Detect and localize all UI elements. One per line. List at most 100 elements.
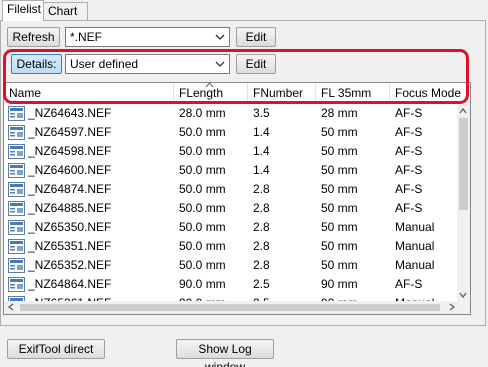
file-name-text: _NZ64885.NEF [28, 201, 112, 215]
vertical-scrollbar[interactable] [457, 104, 470, 302]
nef-file-icon [8, 277, 25, 292]
cell-name: _NZ65351.NEF [4, 237, 174, 256]
cell-name: _NZ64885.NEF [4, 199, 174, 218]
cell-fl35mm: 28 mm [321, 106, 358, 120]
scroll-down-icon[interactable] [459, 291, 467, 299]
table-row[interactable]: _NZ64864.NEF 90.0 mm 2.5 90 mm AF-S [4, 275, 459, 294]
column-header-flength[interactable]: FLength [174, 83, 248, 103]
cell-fnumber: 2.8 [253, 239, 270, 253]
cell-fnumber: 2.8 [253, 201, 270, 215]
cell-fl35mm: 50 mm [321, 163, 358, 177]
table-row[interactable]: _NZ64885.NEF 50.0 mm 2.8 50 mm AF-S [4, 199, 459, 218]
column-header-row: Name FLength FNumber FL 35mm Focus Mode [4, 83, 470, 103]
horizontal-scroll-thumb[interactable] [20, 304, 440, 311]
nef-file-icon [8, 220, 25, 235]
exiftool-direct-button[interactable]: ExifTool direct [7, 339, 105, 359]
cell-fnumber: 1.4 [253, 144, 270, 158]
cell-fl35mm: 50 mm [321, 125, 358, 139]
cell-flength: 50.0 mm [179, 220, 226, 234]
chevron-down-icon[interactable] [215, 59, 225, 69]
nef-file-icon [8, 182, 25, 197]
table-row[interactable]: _NZ65352.NEF 50.0 mm 2.8 50 mm Manual [4, 256, 459, 275]
cell-fnumber: 3.5 [253, 106, 270, 120]
cell-name: _NZ64600.NEF [4, 161, 174, 180]
details-mode-value: User defined [70, 57, 139, 71]
details-mode-select[interactable]: User defined [65, 54, 230, 74]
details-button[interactable]: Details: [11, 54, 62, 74]
tab-strip: Filelist Chart [0, 0, 488, 21]
tab-chart[interactable]: Chart [43, 2, 88, 20]
file-filter-value: *.NEF [70, 30, 103, 44]
cell-name: _NZ64874.NEF [4, 180, 174, 199]
cell-flength: 90.0 mm [179, 277, 226, 291]
details-edit-button[interactable]: Edit [236, 54, 276, 74]
column-header-focus-mode[interactable]: Focus Mode [390, 83, 470, 103]
nef-file-icon [8, 125, 25, 140]
cell-flength: 28.0 mm [179, 106, 226, 120]
horizontal-scrollbar[interactable] [4, 301, 459, 314]
table-row[interactable]: _NZ65350.NEF 50.0 mm 2.8 50 mm Manual [4, 218, 459, 237]
cell-flength: 50.0 mm [179, 125, 226, 139]
cell-fl35mm: 50 mm [321, 220, 358, 234]
nef-file-icon [8, 144, 25, 159]
cell-fnumber: 2.8 [253, 220, 270, 234]
cell-fl35mm: 50 mm [321, 258, 358, 272]
cell-flength: 50.0 mm [179, 239, 226, 253]
table-row[interactable]: _NZ64597.NEF 50.0 mm 1.4 50 mm AF-S [4, 123, 459, 142]
column-header-name[interactable]: Name [4, 83, 174, 103]
file-name-text: _NZ64597.NEF [28, 125, 112, 139]
table-row[interactable]: _NZ64598.NEF 50.0 mm 1.4 50 mm AF-S [4, 142, 459, 161]
filter-edit-button[interactable]: Edit [236, 27, 276, 47]
cell-flength: 50.0 mm [179, 144, 226, 158]
file-name-text: _NZ64600.NEF [28, 163, 112, 177]
cell-fnumber: 2.8 [253, 258, 270, 272]
table-row[interactable]: _NZ64600.NEF 50.0 mm 1.4 50 mm AF-S [4, 161, 459, 180]
nef-file-icon [8, 258, 25, 273]
file-filter-combo[interactable]: *.NEF [65, 27, 230, 47]
cell-fnumber: 1.4 [253, 163, 270, 177]
table-row[interactable]: _NZ64874.NEF 50.0 mm 2.8 50 mm AF-S [4, 180, 459, 199]
scroll-up-icon[interactable] [459, 107, 467, 115]
cell-fnumber: 2.8 [253, 182, 270, 196]
file-name-text: _NZ64643.NEF [28, 106, 112, 120]
cell-flength: 50.0 mm [179, 163, 226, 177]
cell-name: _NZ65352.NEF [4, 256, 174, 275]
cell-flength: 50.0 mm [179, 182, 226, 196]
show-log-window-button[interactable]: Show Log window [176, 339, 274, 367]
refresh-button[interactable]: Refresh [7, 27, 60, 47]
table-row[interactable]: _NZ65351.NEF 50.0 mm 2.8 50 mm Manual [4, 237, 459, 256]
scroll-right-icon[interactable] [448, 303, 456, 311]
cell-fl35mm: 50 mm [321, 144, 358, 158]
cell-fl35mm: 50 mm [321, 182, 358, 196]
scrollbar-corner [457, 301, 470, 314]
vertical-scroll-thumb[interactable] [459, 118, 468, 210]
column-header-fnumber[interactable]: FNumber [248, 83, 316, 103]
file-name-text: _NZ64874.NEF [28, 182, 112, 196]
nef-file-icon [8, 239, 25, 254]
file-name-text: _NZ65352.NEF [28, 258, 112, 272]
scroll-left-icon[interactable] [7, 303, 15, 311]
file-name-text: _NZ65350.NEF [28, 220, 112, 234]
nef-file-icon [8, 163, 25, 178]
cell-flength: 50.0 mm [179, 258, 226, 272]
table-row[interactable]: _NZ64643.NEF 28.0 mm 3.5 28 mm AF-S [4, 104, 459, 123]
file-name-text: _NZ64598.NEF [28, 144, 112, 158]
file-list-view[interactable]: Name FLength FNumber FL 35mm Focus Mode … [3, 82, 471, 315]
column-header-fl35mm[interactable]: FL 35mm [316, 83, 390, 103]
nef-file-icon [8, 106, 25, 121]
column-header-flength-label: FLength [179, 86, 224, 100]
tab-filelist[interactable]: Filelist [2, 0, 44, 21]
cell-name: _NZ64643.NEF [4, 104, 174, 123]
cell-name: _NZ64864.NEF [4, 275, 174, 294]
cell-fl35mm: 90 mm [321, 277, 358, 291]
cell-flength: 50.0 mm [179, 201, 226, 215]
cell-fnumber: 1.4 [253, 125, 270, 139]
file-name-text: _NZ64864.NEF [28, 277, 112, 291]
cell-name: _NZ64597.NEF [4, 123, 174, 142]
cell-fnumber: 2.5 [253, 277, 270, 291]
chevron-down-icon[interactable] [215, 32, 225, 42]
cell-fl35mm: 50 mm [321, 201, 358, 215]
cell-name: _NZ65350.NEF [4, 218, 174, 237]
file-name-text: _NZ65351.NEF [28, 239, 112, 253]
cell-fl35mm: 50 mm [321, 239, 358, 253]
